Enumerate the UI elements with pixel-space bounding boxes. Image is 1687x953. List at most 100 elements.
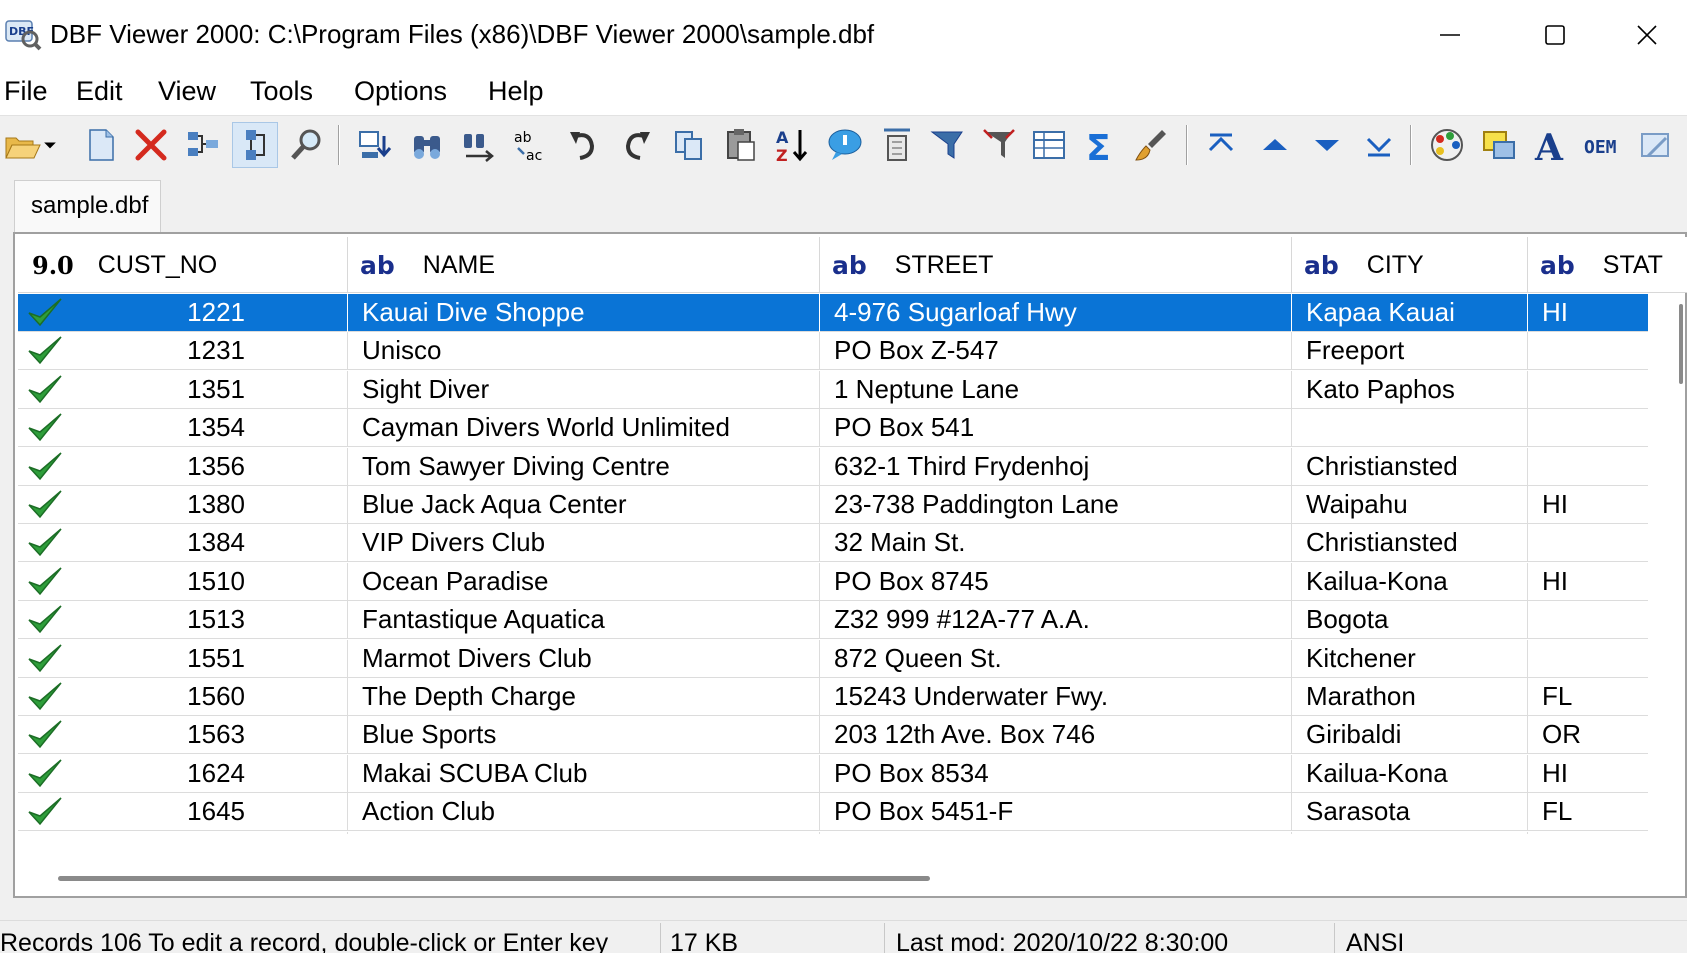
highlight-button[interactable] [1476, 122, 1522, 168]
cell-state[interactable] [1528, 409, 1648, 447]
cell-city[interactable] [1292, 409, 1528, 448]
table-row[interactable]: 1351 Sight Diver 1 Neptune Lane Kato Paphos [18, 370, 1648, 409]
minimize-button[interactable] [1397, 0, 1502, 70]
relation-button[interactable] [976, 122, 1022, 168]
menu-tools[interactable]: Tools [248, 76, 315, 107]
cell-state[interactable] [1528, 640, 1648, 678]
color-button[interactable] [1424, 122, 1470, 168]
cell-name[interactable]: Fantastique Aquatica [348, 601, 820, 640]
menu-view[interactable]: View [156, 76, 218, 107]
prev-record-button[interactable] [1252, 122, 1298, 168]
settings-button[interactable] [1634, 122, 1680, 168]
cell-name[interactable]: Kauai Dive Shoppe [348, 294, 820, 332]
cell-cust-no[interactable]: 1510 [68, 562, 348, 601]
cell-city[interactable]: Freeport [1292, 332, 1528, 371]
cell-cust-no[interactable]: 1551 [68, 639, 348, 678]
table-row[interactable]: 1645 Action Club PO Box 5451-F Sarasota FL [18, 793, 1648, 832]
cell-cust-no[interactable]: 1645 [68, 793, 348, 832]
cell-street[interactable]: 872 Queen St. [820, 639, 1292, 678]
structure-button[interactable] [180, 122, 226, 168]
redo-button[interactable] [614, 122, 660, 168]
menu-edit[interactable]: Edit [74, 76, 125, 107]
tab-sample-dbf[interactable]: sample.dbf [14, 180, 161, 232]
column-header-cust-no[interactable]: 9.0 CUST_NO [18, 237, 348, 293]
close-button[interactable] [1607, 0, 1687, 70]
vertical-scroll-thumb[interactable] [1679, 304, 1683, 384]
cell-state[interactable] [1528, 332, 1648, 370]
last-record-button[interactable] [1356, 122, 1402, 168]
delete-button[interactable] [128, 122, 174, 168]
cell-street[interactable]: Z32 999 #12A-77 A.A. [820, 601, 1292, 640]
open-dropdown[interactable] [38, 122, 62, 168]
find-button[interactable] [284, 122, 330, 168]
cell-city[interactable]: Kitchener [1292, 639, 1528, 678]
cell-city[interactable]: Christiansted [1292, 447, 1528, 486]
cell-name[interactable]: Unisco [348, 332, 820, 371]
cell-name[interactable]: Makai SCUBA Club [348, 754, 820, 793]
sort-button[interactable]: AZ [770, 122, 816, 168]
first-record-button[interactable] [1198, 122, 1244, 168]
pack-button[interactable] [874, 122, 920, 168]
import-button[interactable] [352, 122, 398, 168]
cell-state[interactable] [1528, 448, 1648, 486]
cell-cust-no[interactable]: 1624 [68, 754, 348, 793]
filter-button[interactable] [232, 122, 278, 168]
table-row[interactable]: 1510 Ocean Paradise PO Box 8745 Kailua-Kona… [18, 562, 1648, 601]
vertical-scrollbar[interactable] [1653, 294, 1683, 834]
cell-city[interactable]: Kailua-Kona [1292, 562, 1528, 601]
cell-name[interactable]: Tom Sawyer Diving Centre [348, 447, 820, 486]
paste-button[interactable] [718, 122, 764, 168]
cell-city[interactable]: Waipahu [1292, 486, 1528, 524]
brush-button[interactable] [1128, 122, 1174, 168]
cell-name[interactable]: Cayman Divers World Unlimited [348, 409, 820, 448]
cell-cust-no[interactable]: 1356 [68, 447, 348, 486]
cell-cust-no[interactable]: 1560 [68, 678, 348, 716]
cell-cust-no[interactable]: 1384 [68, 524, 348, 563]
maximize-button[interactable] [1502, 0, 1607, 70]
cell-street[interactable]: 23-738 Paddington Lane [820, 486, 1292, 524]
column-header-state[interactable]: ab STAT [1528, 237, 1687, 293]
menu-options[interactable]: Options [352, 76, 449, 107]
cell-cust-no[interactable]: 1231 [68, 332, 348, 371]
copy-button[interactable] [666, 122, 712, 168]
search-button[interactable] [404, 122, 450, 168]
next-record-button[interactable] [1304, 122, 1350, 168]
cell-street[interactable]: 15243 Underwater Fwy. [820, 678, 1292, 716]
cell-cust-no[interactable]: 1354 [68, 409, 348, 448]
table-row[interactable]: 1563 Blue Sports 203 12th Ave. Box 746 Giri… [18, 716, 1648, 755]
cell-city[interactable]: Bogota [1292, 601, 1528, 640]
sum-button[interactable]: Σ [1078, 122, 1124, 168]
cell-city[interactable]: Kapaa Kauai [1292, 294, 1528, 332]
table-row[interactable]: 1380 Blue Jack Aqua Center 23-738 Paddingt… [18, 486, 1648, 524]
font-button[interactable]: A [1528, 122, 1574, 168]
cell-street[interactable]: PO Box 8745 [820, 562, 1292, 601]
cell-street[interactable]: PO Box 5451-F [820, 793, 1292, 832]
cell-name[interactable]: Ocean Paradise [348, 562, 820, 601]
cell-name[interactable]: Sight Diver [348, 370, 820, 409]
table-row[interactable]: 1231 Unisco PO Box Z-547 Freeport [18, 332, 1648, 371]
cell-state[interactable]: HI [1528, 755, 1648, 793]
table-row[interactable]: 1551 Marmot Divers Club 872 Queen St. Kitch… [18, 639, 1648, 678]
cell-street[interactable]: PO Box 541 [820, 409, 1292, 448]
horizontal-scroll-thumb[interactable] [58, 876, 930, 881]
horizontal-scrollbar[interactable] [18, 834, 1686, 894]
comment-button[interactable] [822, 122, 868, 168]
cell-cust-no[interactable]: 1563 [68, 716, 348, 755]
cell-street[interactable]: 203 12th Ave. Box 746 [820, 716, 1292, 755]
menu-help[interactable]: Help [486, 76, 546, 107]
replace-button[interactable]: ab ac [508, 122, 554, 168]
undo-button[interactable] [560, 122, 606, 168]
column-header-city[interactable]: ab CITY [1292, 237, 1528, 293]
cell-name[interactable]: Blue Sports [348, 716, 820, 755]
cell-street[interactable]: PO Box 8534 [820, 754, 1292, 793]
cell-cust-no[interactable]: 1221 [68, 294, 348, 332]
cell-street[interactable]: 1 Neptune Lane [820, 370, 1292, 409]
table-row[interactable]: 1560 The Depth Charge 15243 Underwater Fwy… [18, 678, 1648, 716]
cell-state[interactable] [1528, 524, 1648, 562]
menu-file[interactable]: File [2, 76, 50, 107]
cell-state[interactable] [1528, 601, 1648, 639]
cell-cust-no[interactable]: 1513 [68, 601, 348, 640]
new-button[interactable] [78, 122, 124, 168]
table-row[interactable]: 1221 Kauai Dive Shoppe 4-976 Sugarloaf Hwy… [18, 294, 1648, 332]
cell-city[interactable]: Marathon [1292, 678, 1528, 716]
